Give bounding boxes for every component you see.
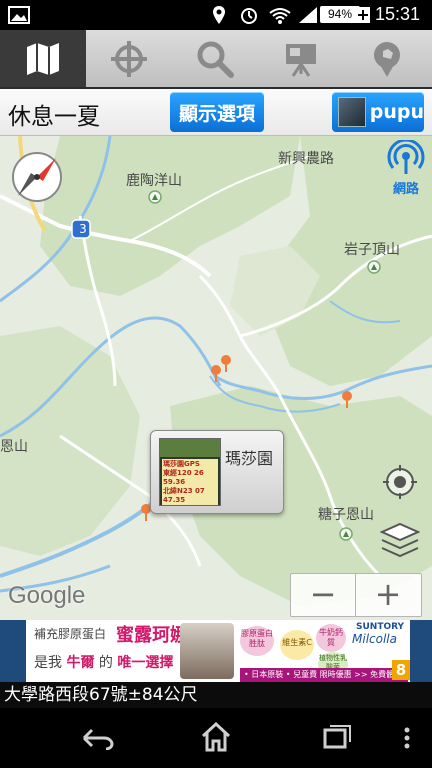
ad-badge-1: 膠原蛋白胜肽 bbox=[240, 626, 274, 656]
tab-checkin[interactable] bbox=[344, 30, 430, 87]
google-logo: Google bbox=[8, 582, 86, 609]
show-options-button[interactable]: 顯示選項 bbox=[170, 92, 264, 132]
ad-bottom-strip: • 日本原裝 • 兒童費 限時優惠 >> 免費體驗 bbox=[240, 668, 408, 682]
zoom-out-button[interactable]: − bbox=[291, 574, 356, 616]
network-indicator[interactable]: 網路 bbox=[384, 138, 428, 197]
tab-bar bbox=[0, 30, 432, 89]
layers-icon[interactable] bbox=[380, 520, 420, 560]
system-nav-bar bbox=[0, 708, 432, 768]
alarm-icon bbox=[241, 8, 257, 24]
wifi-icon bbox=[269, 8, 291, 24]
tab-map[interactable] bbox=[0, 30, 86, 87]
zoom-controls: − + bbox=[290, 573, 422, 617]
label-mountain-3: 糖子恩山 bbox=[318, 507, 374, 523]
ad-brand-en: SUNTORY bbox=[356, 622, 405, 632]
ad-badge-2: 維生素C bbox=[280, 630, 314, 660]
crosshair-icon bbox=[111, 40, 147, 77]
ad-badge-3: 牛奶鈣質 bbox=[316, 624, 346, 652]
user-name: pupu bbox=[369, 101, 424, 123]
ad-line2-c: 的 bbox=[98, 655, 113, 671]
title-bar: 休息一夏 顯示選項 pupu bbox=[0, 89, 432, 136]
ad-line2-a: 是我 bbox=[34, 655, 62, 671]
battery-level: 94% bbox=[320, 6, 360, 23]
tab-search[interactable] bbox=[172, 30, 258, 87]
thumb-line-2: 東經120 26 59.36 bbox=[163, 469, 204, 486]
ad-brand-cn: 蜜露珂娜 bbox=[116, 625, 188, 646]
user-avatar bbox=[338, 97, 366, 127]
ad-left-strip bbox=[0, 620, 26, 682]
label-road: 新興農路 bbox=[278, 151, 334, 167]
route-number: 3 bbox=[79, 222, 87, 236]
ad-line2-b: 牛爾 bbox=[66, 655, 95, 671]
ad-line2-d: 唯一選擇 bbox=[117, 655, 174, 671]
ad-line2: 是我 牛爾 的 唯一選擇 bbox=[34, 652, 173, 672]
recent-apps-icon[interactable] bbox=[322, 724, 352, 750]
easel-icon bbox=[286, 43, 316, 77]
thumb-line-3: 北緯N23 07 47.35 bbox=[163, 487, 205, 504]
thumb-line-1: 瑪莎園GPS bbox=[163, 460, 200, 468]
ad-right-strip bbox=[410, 620, 432, 682]
search-icon bbox=[197, 41, 234, 78]
status-bar: 94% 15:31 bbox=[0, 0, 432, 30]
map-canvas bbox=[0, 136, 432, 606]
charging-icon bbox=[356, 7, 370, 23]
ad-banner[interactable]: 補充膠原蛋白 蜜露珂娜 是我 牛爾 的 唯一選擇 膠原蛋白胜肽 維生素C 牛奶鈣… bbox=[0, 620, 432, 682]
back-icon[interactable] bbox=[80, 726, 114, 750]
label-mountain-1: 鹿陶洋山 bbox=[126, 173, 182, 189]
page-title: 休息一夏 bbox=[8, 104, 100, 130]
place-popup[interactable]: 瑪莎園GPS 東經120 26 59.36 北緯N23 07 47.35 瑪莎園 bbox=[150, 430, 284, 514]
my-location-icon[interactable] bbox=[382, 464, 418, 500]
current-address: 大學路西段67號±84公尺 bbox=[0, 682, 432, 708]
clock: 15:31 bbox=[374, 4, 420, 24]
menu-icon[interactable] bbox=[402, 726, 412, 752]
tab-locate[interactable] bbox=[86, 30, 172, 87]
user-button[interactable]: pupu bbox=[332, 92, 424, 132]
label-mountain-2: 岩子頂山 bbox=[344, 242, 400, 258]
tab-board[interactable] bbox=[258, 30, 344, 87]
label-mountain-left: 恩山 bbox=[0, 439, 28, 455]
gallery-notification-icon bbox=[8, 6, 30, 24]
signal-icon bbox=[299, 7, 317, 23]
ad-line1: 補充膠原蛋白 bbox=[34, 627, 107, 641]
pin-icon bbox=[374, 41, 400, 77]
ad-person-image bbox=[180, 623, 234, 679]
ad-count-badge: 8 bbox=[392, 660, 410, 680]
network-label: 網路 bbox=[392, 182, 419, 197]
ad-product: Milcolla bbox=[352, 632, 397, 646]
zoom-in-button[interactable]: + bbox=[356, 574, 420, 616]
compass-icon[interactable] bbox=[6, 146, 68, 208]
map-icon bbox=[27, 42, 59, 75]
antenna-icon bbox=[387, 138, 425, 174]
location-icon bbox=[213, 6, 225, 24]
map-view[interactable]: 3 新興農路 鹿陶洋山 岩子頂山 糖子恩山 恩山 網路 瑪莎園GPS 東經120… bbox=[0, 136, 432, 620]
place-thumbnail: 瑪莎園GPS 東經120 26 59.36 北緯N23 07 47.35 bbox=[159, 438, 221, 506]
home-icon[interactable] bbox=[200, 722, 232, 752]
place-title: 瑪莎園 bbox=[225, 449, 274, 468]
